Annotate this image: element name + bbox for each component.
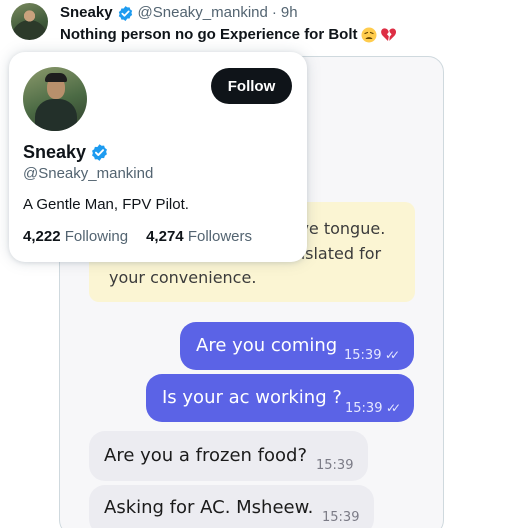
chat-message-outgoing: Is your ac working ? 15:39 ✓✓ [146, 374, 414, 422]
message-text: Asking for AC. Msheew. [104, 497, 314, 518]
followers-count: 4,274 [146, 228, 184, 245]
chat-message-incoming: Are you a frozen food? 15:39 [89, 431, 368, 481]
tweet-author-name[interactable]: Sneaky [60, 4, 113, 22]
message-time: 15:39 [316, 458, 354, 473]
following-count: 4,222 [23, 228, 61, 245]
profile-handle[interactable]: @Sneaky_mankind [23, 165, 153, 183]
message-text: Is your ac working ? [162, 387, 342, 408]
profile-name[interactable]: Sneaky [23, 141, 86, 163]
message-time: 15:39 [322, 510, 360, 525]
chat-message-outgoing: Are you coming 15:39 ✓✓ [180, 322, 414, 370]
verified-badge-icon [92, 143, 107, 161]
tweet-header: Sneaky @Sneaky_mankind · 9h [60, 4, 298, 22]
message-text: Are you coming [196, 335, 338, 356]
notice-line: ive tongue. [295, 219, 386, 238]
broken-heart-icon [380, 27, 396, 43]
message-text: Are you a frozen food? [104, 445, 308, 466]
following-link[interactable]: 4,222 Following [23, 228, 128, 246]
tweet-author-handle[interactable]: @Sneaky_mankind [138, 4, 268, 22]
meta-separator: · [271, 4, 277, 21]
profile-stats: 4,222 Following 4,274 Followers [23, 228, 252, 246]
read-receipt-icon: ✓✓ [385, 348, 400, 362]
profile-bio: A Gentle Man, FPV Pilot. [23, 196, 189, 213]
follow-button[interactable]: Follow [211, 68, 292, 104]
tweet-text: Nothing person no go Experience for Bolt [60, 25, 396, 45]
tweet-timestamp[interactable]: 9h [281, 4, 298, 22]
weary-face-icon [361, 27, 377, 43]
tweet-author-avatar[interactable] [11, 3, 48, 40]
message-time: 15:39 [345, 401, 383, 416]
profile-avatar[interactable] [23, 67, 87, 131]
verified-badge-icon [118, 5, 132, 21]
tweet-text-content: Nothing person no go Experience for Bolt [60, 26, 358, 43]
message-time: 15:39 [344, 348, 382, 363]
profile-name-row: Sneaky [23, 141, 113, 163]
following-label: Following [64, 228, 129, 245]
chat-message-incoming: Asking for AC. Msheew. 15:39 [89, 485, 374, 528]
read-receipt-icon: ✓✓ [386, 401, 401, 415]
notice-line: nslated for [295, 244, 382, 263]
followers-label: Followers [187, 228, 252, 245]
profile-hover-card: Follow Sneaky @Sneaky_mankind A Gentle M… [9, 52, 307, 262]
notice-line: your convenience. [109, 268, 257, 287]
followers-link[interactable]: 4,274 Followers [146, 228, 252, 246]
